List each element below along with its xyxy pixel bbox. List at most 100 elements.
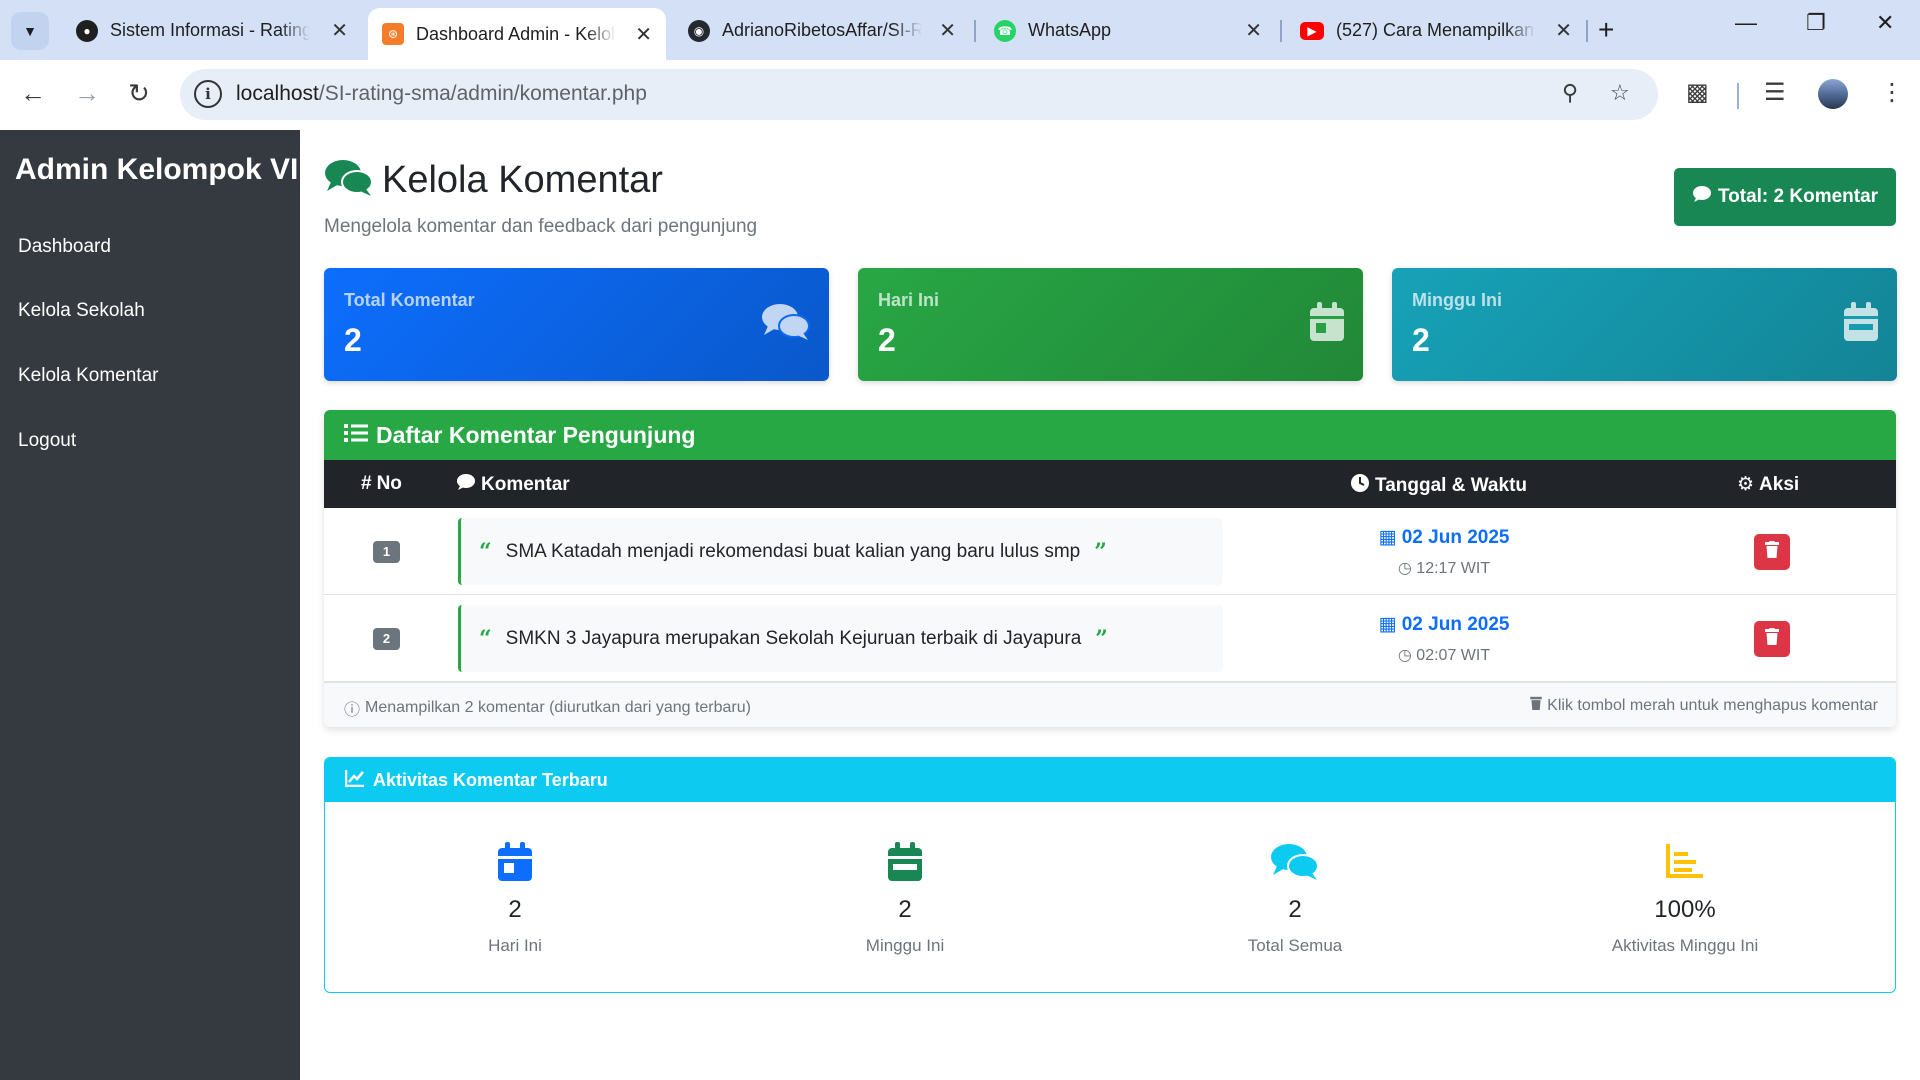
tab-title: WhatsApp bbox=[1028, 20, 1112, 40]
profile-avatar[interactable] bbox=[1818, 79, 1848, 109]
close-icon[interactable]: ✕ bbox=[1555, 18, 1572, 43]
extensions-icon[interactable]: ▩ bbox=[1686, 78, 1709, 107]
stat-card-hari-ini: Hari Ini 2 bbox=[858, 268, 1363, 381]
column-no: # No bbox=[361, 473, 402, 495]
tab-title: (527) Cara Menampilkan bbox=[1336, 20, 1535, 40]
forward-button[interactable]: → bbox=[74, 78, 100, 109]
browser-tab-5[interactable]: ▶ (527) Cara Menampilkan ✕ bbox=[1286, 9, 1586, 52]
tab-separator bbox=[974, 20, 976, 42]
comment-time: ◷ 02:07 WIT bbox=[1374, 645, 1514, 665]
info-circle-icon: ⓘ bbox=[344, 702, 361, 719]
comments-table-header: # No Komentar Tanggal & Waktu ⚙ Aksi bbox=[324, 460, 1896, 508]
zoom-icon[interactable]: ⚲ bbox=[1562, 80, 1578, 106]
comment-time-text: 02:07 WIT bbox=[1416, 647, 1491, 664]
comment-time-text: 12:17 WIT bbox=[1416, 560, 1491, 577]
close-icon[interactable]: ✕ bbox=[1245, 18, 1262, 43]
stat-value: 2 bbox=[344, 322, 362, 358]
activity-panel: Aktivitas Komentar Terbaru 2 Hari Ini 2 … bbox=[324, 757, 1896, 993]
stat-label: Total Komentar bbox=[344, 290, 475, 310]
close-icon[interactable]: ✕ bbox=[635, 22, 652, 47]
sidebar-item-kelola-komentar[interactable]: Kelola Komentar bbox=[18, 365, 158, 387]
minimize-button[interactable]: — bbox=[1735, 10, 1757, 36]
total-comments-button[interactable]: Total: 2 Komentar bbox=[1674, 168, 1896, 226]
comment-icon bbox=[456, 473, 476, 497]
activity-label: Hari Ini bbox=[488, 936, 542, 955]
page-title: Kelola Komentar bbox=[382, 159, 663, 201]
comments-icon bbox=[324, 158, 374, 203]
comments-panel-header: Daftar Komentar Pengunjung bbox=[324, 410, 1896, 460]
back-button[interactable]: ← bbox=[20, 78, 46, 109]
stat-value: 2 bbox=[878, 322, 896, 358]
restore-button[interactable]: ❐ bbox=[1806, 10, 1826, 36]
activity-label: Minggu Ini bbox=[865, 936, 945, 955]
stat-card-minggu-ini: Minggu Ini 2 bbox=[1392, 268, 1897, 381]
sidebar-item-dashboard[interactable]: Dashboard bbox=[18, 236, 111, 258]
close-icon[interactable]: ✕ bbox=[939, 18, 956, 43]
activity-panel-title: Aktivitas Komentar Terbaru bbox=[373, 769, 608, 790]
sidebar: Admin Kelompok VII Dashboard Kelola Seko… bbox=[0, 130, 307, 1080]
comment-time: ◷ 12:17 WIT bbox=[1374, 558, 1514, 578]
quote-left-icon: “ bbox=[479, 538, 492, 565]
quote-right-icon: ” bbox=[1095, 625, 1108, 652]
activity-item-total-semua: 2 Total Semua bbox=[1145, 842, 1445, 956]
browser-tab-1[interactable]: ● Sistem Informasi - Rating ✕ bbox=[62, 9, 362, 52]
comment-date-text: 02 Jun 2025 bbox=[1401, 527, 1510, 548]
browser-tab-2[interactable]: ⊛ Dashboard Admin - Kelola ✕ bbox=[368, 8, 666, 60]
url-text[interactable]: localhost/SI-rating-sma/admin/komentar.p… bbox=[236, 82, 647, 106]
activity-item-hari-ini: 2 Hari Ini bbox=[365, 842, 665, 956]
menu-kebab-icon[interactable]: ⋮ bbox=[1880, 78, 1904, 107]
comments-icon bbox=[1145, 842, 1445, 884]
delete-button[interactable] bbox=[1754, 621, 1790, 657]
comments-panel-footer: ⓘ Menampilkan 2 komentar (diurutkan dari … bbox=[324, 682, 1896, 727]
xampp-icon: ⊛ bbox=[382, 23, 404, 45]
column-komentar: Komentar bbox=[456, 473, 570, 497]
sidebar-item-logout[interactable]: Logout bbox=[18, 430, 76, 452]
quote-right-icon: ” bbox=[1094, 538, 1107, 565]
sidebar-item-kelola-sekolah[interactable]: Kelola Sekolah bbox=[18, 300, 145, 322]
activity-value: 100% bbox=[1654, 896, 1716, 923]
close-icon[interactable]: ✕ bbox=[331, 18, 348, 43]
tab-search-button[interactable]: ▼ bbox=[11, 12, 49, 50]
tab-title: AdrianoRibetosAffar/SI-R bbox=[722, 20, 922, 40]
activity-item-aktivitas-minggu-ini: 100% Aktivitas Minggu Ini bbox=[1535, 842, 1835, 956]
site-info-icon[interactable]: i bbox=[194, 80, 222, 108]
activity-value: 2 bbox=[508, 896, 522, 923]
page-header: Kelola Komentar bbox=[324, 158, 663, 203]
calendar-day-icon bbox=[1309, 302, 1345, 347]
sidebar-brand: Admin Kelompok VII bbox=[15, 153, 307, 186]
calendar-week-icon bbox=[1843, 302, 1879, 347]
new-tab-button[interactable]: + bbox=[1598, 14, 1614, 46]
trash-icon bbox=[1530, 696, 1542, 715]
browser-toolbar: ← → ↻ i localhost/SI-rating-sma/admin/ko… bbox=[0, 60, 1920, 130]
reload-button[interactable]: ↻ bbox=[128, 78, 150, 109]
browser-tab-4[interactable]: ☎ WhatsApp ✕ bbox=[980, 9, 1276, 52]
comment-date-text: 02 Jun 2025 bbox=[1401, 614, 1510, 635]
comments-panel-title: Daftar Komentar Pengunjung bbox=[376, 421, 696, 448]
clock-icon: ◷ bbox=[1397, 560, 1417, 577]
comment-box: “ SMA Katadah menjadi rekomendasi buat k… bbox=[458, 518, 1223, 585]
youtube-icon: ▶ bbox=[1300, 21, 1324, 40]
stat-value: 2 bbox=[1412, 322, 1430, 358]
comment-text: SMKN 3 Jayapura merupakan Sekolah Kejuru… bbox=[505, 627, 1082, 649]
stat-label: Hari Ini bbox=[878, 290, 940, 310]
browser-tab-3[interactable]: ◉ AdrianoRibetosAffar/SI-R ✕ bbox=[674, 9, 970, 52]
media-control-icon[interactable]: ☰ bbox=[1764, 78, 1786, 107]
window-close-button[interactable]: ✕ bbox=[1876, 10, 1894, 36]
stat-label: Minggu Ini bbox=[1412, 290, 1502, 310]
address-bar[interactable]: i localhost/SI-rating-sma/admin/komentar… bbox=[180, 69, 1658, 120]
total-badge-label: Total: 2 Komentar bbox=[1717, 186, 1879, 207]
page-subtitle: Mengelola komentar dan feedback dari pen… bbox=[324, 216, 758, 237]
activity-label: Total Semua bbox=[1247, 936, 1343, 955]
calendar-week-icon bbox=[755, 842, 1055, 884]
bookmark-star-icon[interactable]: ☆ bbox=[1610, 80, 1630, 106]
column-komentar-label: Komentar bbox=[481, 474, 570, 495]
chart-line-icon bbox=[1535, 842, 1835, 884]
tab-title: Sistem Informasi - Rating bbox=[110, 20, 310, 40]
activity-label: Aktivitas Minggu Ini bbox=[1611, 936, 1759, 955]
trash-icon bbox=[1765, 541, 1779, 563]
tab-title: Dashboard Admin - Kelola bbox=[416, 23, 616, 44]
activity-value: 2 bbox=[1288, 896, 1302, 923]
comments-panel: Daftar Komentar Pengunjung # No Komentar … bbox=[324, 410, 1896, 727]
comments-icon bbox=[761, 302, 811, 347]
delete-button[interactable] bbox=[1754, 534, 1790, 570]
